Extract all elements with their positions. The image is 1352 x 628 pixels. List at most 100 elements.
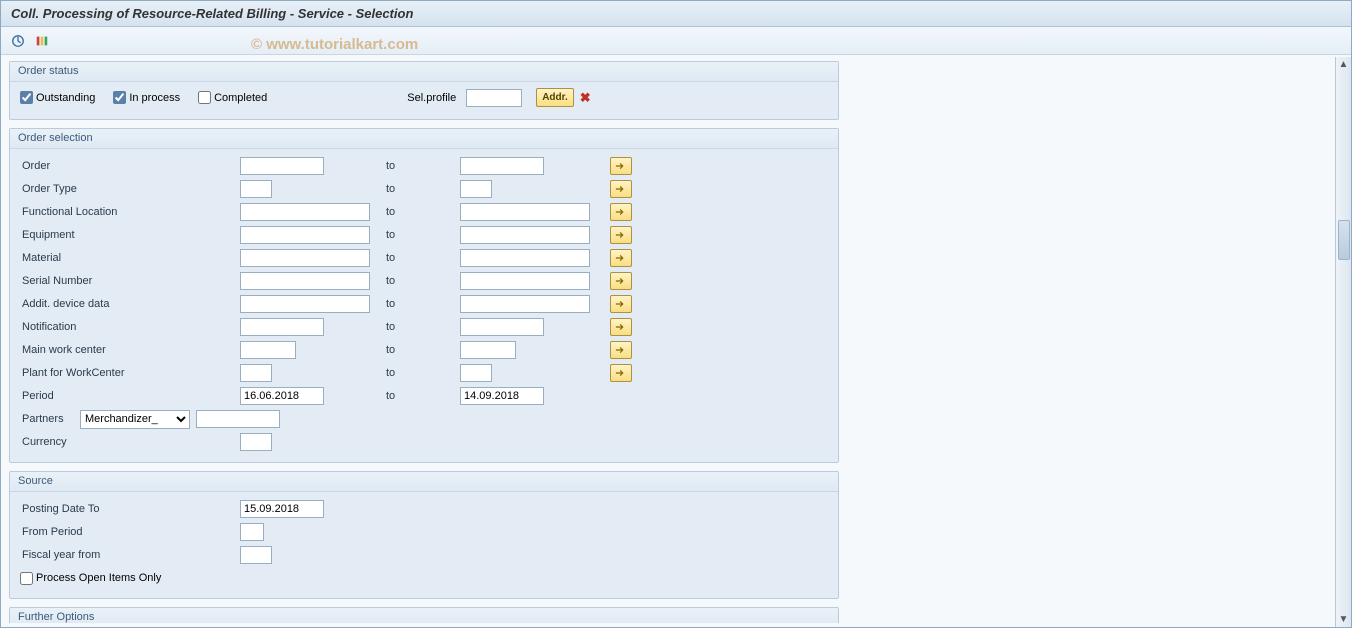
selection-row: Plant for WorkCenterto [20, 362, 828, 384]
execute-button[interactable] [9, 32, 27, 50]
field-label: Serial Number [20, 275, 240, 287]
to-input[interactable] [460, 226, 590, 244]
partners-label: Partners [20, 413, 80, 425]
variant-button[interactable] [33, 32, 51, 50]
partners-select[interactable]: Merchandizer_ [80, 410, 190, 429]
from-input[interactable] [240, 341, 296, 359]
from-input[interactable] [240, 226, 370, 244]
from-input[interactable] [240, 295, 370, 313]
checkbox-inprocess-label: In process [129, 92, 180, 104]
to-input[interactable] [460, 180, 492, 198]
checkbox-completed[interactable]: Completed [198, 91, 267, 104]
selection-row: Main work center to [20, 339, 828, 361]
multiple-selection-button[interactable] [610, 157, 632, 175]
field-label: Functional Location [20, 206, 240, 218]
field-label: Equipment [20, 229, 240, 241]
checkbox-outstanding[interactable]: Outstanding [20, 91, 95, 104]
multiple-selection-button[interactable] [610, 341, 632, 359]
checkbox-inprocess-input[interactable] [113, 91, 126, 104]
addr-button[interactable]: Addr. [536, 88, 574, 107]
from-input[interactable] [240, 157, 324, 175]
posting-date-input[interactable] [240, 500, 324, 518]
to-input[interactable] [460, 387, 544, 405]
to-label: to [380, 344, 460, 356]
page-title: Coll. Processing of Resource-Related Bil… [1, 1, 1351, 27]
to-input[interactable] [460, 318, 544, 336]
field-label: Material [20, 252, 240, 264]
partners-input[interactable] [196, 410, 280, 428]
selection-row: Notification to [20, 316, 828, 338]
currency-input[interactable] [240, 433, 272, 451]
to-input[interactable] [460, 295, 590, 313]
group-source: Source Posting Date To From Period Fisca… [9, 471, 839, 599]
group-order-selection: Order selection OrdertoOrder TypetoFunct… [9, 128, 839, 463]
to-label: to [380, 390, 460, 402]
multiple-selection-button[interactable] [610, 364, 632, 382]
checkbox-completed-label: Completed [214, 92, 267, 104]
field-label: Order Type [20, 183, 240, 195]
fiscal-year-input[interactable] [240, 546, 272, 564]
to-input[interactable] [460, 341, 516, 359]
selection-row: Orderto [20, 155, 828, 177]
vertical-scrollbar[interactable]: ▲ ▼ [1335, 57, 1351, 627]
to-label: to [380, 275, 460, 287]
from-input[interactable] [240, 180, 272, 198]
selection-row: Materialto [20, 247, 828, 269]
group-title-selection: Order selection [10, 129, 838, 149]
multiple-selection-button[interactable] [610, 226, 632, 244]
from-input[interactable] [240, 364, 272, 382]
to-input[interactable] [460, 249, 590, 267]
checkbox-process-open-input[interactable] [20, 572, 33, 585]
multiple-selection-button[interactable] [610, 203, 632, 221]
multiple-selection-button[interactable] [610, 295, 632, 313]
group-title-status: Order status [10, 62, 838, 82]
selprofile-label: Sel.profile [407, 92, 456, 104]
multiple-selection-button[interactable] [610, 249, 632, 267]
from-period-input[interactable] [240, 523, 264, 541]
checkbox-process-open-label: Process Open Items Only [36, 572, 161, 584]
selprofile-input[interactable] [466, 89, 522, 107]
to-label: to [380, 206, 460, 218]
group-order-status: Order status Outstanding In process Comp… [9, 61, 839, 120]
checkbox-inprocess[interactable]: In process [113, 91, 180, 104]
posting-date-label: Posting Date To [20, 503, 240, 515]
field-label: Order [20, 160, 240, 172]
to-label: to [380, 321, 460, 333]
currency-label: Currency [20, 436, 240, 448]
scroll-track[interactable] [1337, 70, 1351, 614]
selection-row: Order Typeto [20, 178, 828, 200]
field-label: Notification [20, 321, 240, 333]
checkbox-outstanding-label: Outstanding [36, 92, 95, 104]
multiple-selection-button[interactable] [610, 318, 632, 336]
from-input[interactable] [240, 318, 324, 336]
multiple-selection-button[interactable] [610, 272, 632, 290]
field-label: Period [20, 390, 240, 402]
scroll-down-icon[interactable]: ▼ [1339, 614, 1349, 625]
from-input[interactable] [240, 203, 370, 221]
from-input[interactable] [240, 249, 370, 267]
group-title-further: Further Options [10, 608, 838, 623]
to-input[interactable] [460, 364, 492, 382]
currency-row: Currency [20, 431, 828, 453]
to-label: to [380, 229, 460, 241]
to-label: to [380, 298, 460, 310]
group-title-source: Source [10, 472, 838, 492]
from-input[interactable] [240, 272, 370, 290]
scroll-up-icon[interactable]: ▲ [1339, 59, 1349, 70]
selection-row: Addit. device data to [20, 293, 828, 315]
field-label: Main work center [20, 344, 240, 356]
toolbar [1, 27, 1351, 55]
to-input[interactable] [460, 203, 590, 221]
checkbox-outstanding-input[interactable] [20, 91, 33, 104]
scroll-thumb[interactable] [1338, 220, 1350, 260]
cancel-icon[interactable]: ✖ [580, 90, 591, 106]
checkbox-process-open[interactable]: Process Open Items Only [20, 572, 161, 585]
multiple-selection-button[interactable] [610, 180, 632, 198]
to-input[interactable] [460, 272, 590, 290]
field-label: Addit. device data [20, 298, 240, 310]
to-input[interactable] [460, 157, 544, 175]
selection-row: Serial Number to [20, 270, 828, 292]
from-input[interactable] [240, 387, 324, 405]
checkbox-completed-input[interactable] [198, 91, 211, 104]
field-label: Plant for WorkCenter [20, 367, 240, 379]
